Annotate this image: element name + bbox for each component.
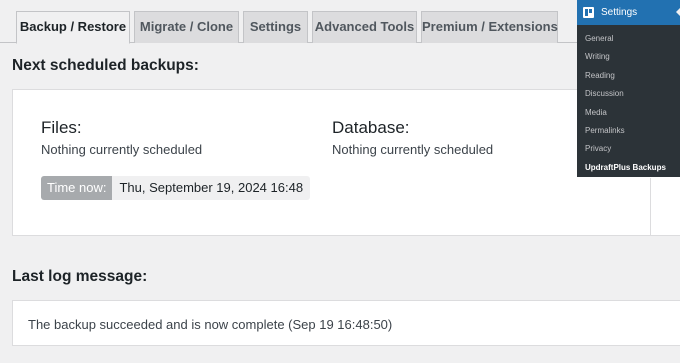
settings-icon: [583, 7, 594, 18]
submenu-item-general[interactable]: General: [577, 30, 680, 48]
database-status: Nothing currently scheduled: [332, 142, 494, 157]
submenu-item-writing[interactable]: Writing: [577, 48, 680, 66]
submenu-item-privacy[interactable]: Privacy: [577, 140, 680, 158]
tab-backup-restore[interactable]: Backup / Restore: [16, 11, 130, 44]
next-scheduled-heading: Next scheduled backups:: [12, 57, 199, 74]
submenu-item-media[interactable]: Media: [577, 104, 680, 122]
time-now-badge: Time now: Thu, September 19, 2024 16:48: [41, 176, 311, 200]
settings-submenu: General Writing Reading Discussion Media…: [577, 25, 680, 177]
database-title: Database:: [332, 118, 410, 137]
tab-settings[interactable]: Settings: [243, 11, 308, 43]
files-status: Nothing currently scheduled: [41, 142, 203, 157]
files-title: Files:: [41, 118, 82, 137]
submenu-item-discussion[interactable]: Discussion: [577, 85, 680, 103]
tab-migrate-clone[interactable]: Migrate / Clone: [134, 11, 239, 43]
tab-advanced-tools[interactable]: Advanced Tools: [312, 11, 417, 43]
current-menu-arrow-icon: [676, 8, 680, 16]
last-log-heading: Last log message:: [12, 268, 148, 285]
settings-flyout-menu: Settings General Writing Reading Discuss…: [577, 0, 680, 177]
time-now-value: Thu, September 19, 2024 16:48: [112, 176, 311, 200]
submenu-item-permalinks[interactable]: Permalinks: [577, 122, 680, 140]
submenu-item-reading[interactable]: Reading: [577, 67, 680, 85]
settings-menu-header[interactable]: Settings: [577, 0, 680, 25]
last-log-panel: The backup succeeded and is now complete…: [12, 300, 680, 346]
settings-menu-title: Settings: [601, 7, 638, 18]
tab-premium-extensions[interactable]: Premium / Extensions: [421, 11, 558, 43]
time-now-label: Time now:: [41, 176, 113, 200]
submenu-item-updraftplus-backups[interactable]: UpdraftPlus Backups: [577, 159, 680, 177]
panel-divider: [650, 178, 651, 236]
last-log-message: The backup succeeded and is now complete…: [28, 317, 393, 332]
